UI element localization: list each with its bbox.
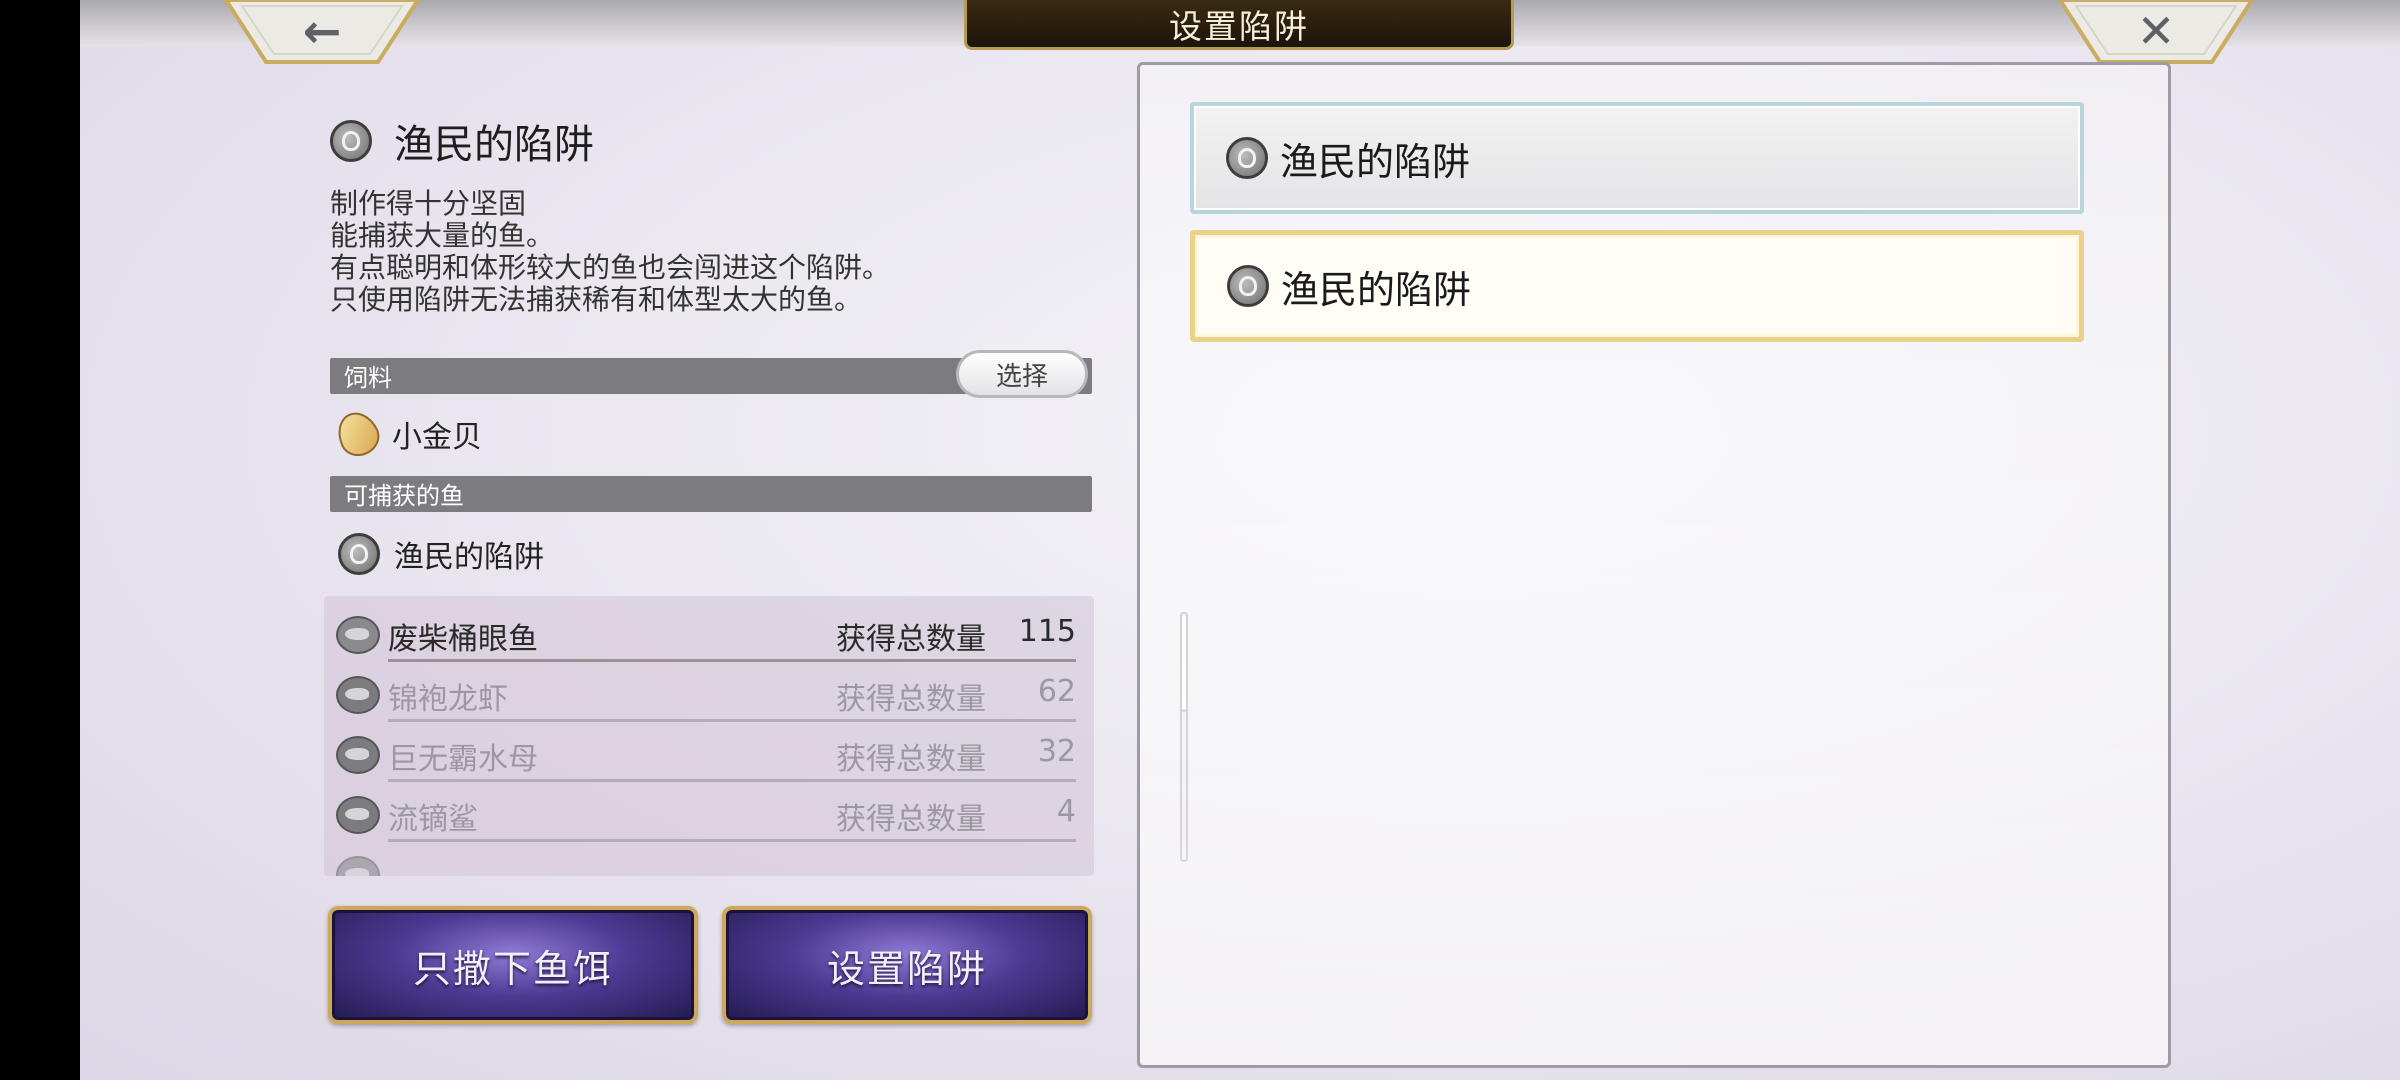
fish-row[interactable]: 流镝鲨 获得总数量 4 bbox=[336, 788, 1076, 844]
pot-icon bbox=[1227, 265, 1269, 307]
back-button[interactable]: ← bbox=[222, 0, 422, 66]
bait-section-label: 饲料 bbox=[344, 364, 392, 392]
trap-name: 渔民的陷阱 bbox=[394, 122, 594, 168]
description-line: 能捕获大量的鱼。 bbox=[330, 219, 555, 252]
fish-icon bbox=[336, 856, 380, 876]
select-bait-label: 选择 bbox=[995, 361, 1048, 392]
fish-row-partial bbox=[336, 848, 1076, 876]
arrow-left-icon: ← bbox=[302, 4, 342, 58]
close-button[interactable]: ✕ bbox=[2056, 0, 2256, 66]
fish-count-label: 获得总数量 bbox=[836, 802, 986, 837]
set-trap-button[interactable]: 设置陷阱 bbox=[722, 906, 1092, 1024]
fish-icon bbox=[336, 676, 380, 714]
pot-icon bbox=[338, 533, 380, 575]
fish-name: 巨无霸水母 bbox=[388, 742, 538, 777]
fish-count: 32 bbox=[1037, 734, 1076, 769]
description-line: 有点聪明和体形较大的鱼也会闯进这个陷阱。 bbox=[330, 251, 891, 284]
shell-icon bbox=[330, 405, 386, 463]
description-line: 制作得十分坚固 bbox=[330, 187, 527, 220]
trap-slot-selected[interactable]: 渔民的陷阱 bbox=[1190, 230, 2084, 342]
fish-count-label: 获得总数量 bbox=[836, 742, 986, 777]
bait-name: 小金贝 bbox=[392, 420, 482, 455]
set-trap-label: 设置陷阱 bbox=[826, 946, 987, 991]
page-title: 设置陷阱 bbox=[1169, 6, 1309, 46]
fish-name: 流镝鲨 bbox=[388, 802, 478, 837]
fish-count-label: 获得总数量 bbox=[836, 682, 986, 717]
trap-description: 制作得十分坚固 能捕获大量的鱼。 有点聪明和体形较大的鱼也会闯进这个陷阱。 只使… bbox=[330, 188, 890, 316]
fish-count: 115 bbox=[1018, 614, 1076, 649]
remove-bait-label: 只撒下鱼饵 bbox=[412, 946, 613, 991]
catch-section-header: 可捕获的鱼 bbox=[330, 476, 1092, 512]
row-divider bbox=[388, 839, 1076, 842]
fish-row[interactable]: 巨无霸水母 获得总数量 32 bbox=[336, 728, 1076, 784]
fish-name: 废柴桶眼鱼 bbox=[388, 622, 538, 657]
fish-icon bbox=[336, 796, 380, 834]
bait-item: 小金贝 bbox=[330, 405, 482, 463]
trap-header: 渔民的陷阱 bbox=[330, 112, 594, 170]
row-divider bbox=[388, 719, 1076, 722]
fish-row[interactable]: 锦袍龙虾 获得总数量 62 bbox=[336, 668, 1076, 724]
game-screen: ← ✕ 设置陷阱 渔民的陷阱 制作得十分坚固 能捕获大量的鱼。 有点聪明和体形较… bbox=[80, 0, 2400, 1080]
catch-trap-item: 渔民的陷阱 bbox=[338, 532, 544, 576]
pot-icon bbox=[330, 120, 372, 162]
fish-name: 锦袍龙虾 bbox=[388, 682, 508, 717]
row-divider bbox=[388, 659, 1076, 662]
trap-slot[interactable]: 渔民的陷阱 bbox=[1190, 102, 2084, 214]
catch-section-label: 可捕获的鱼 bbox=[344, 482, 464, 510]
fish-icon bbox=[336, 736, 380, 774]
row-divider bbox=[388, 779, 1076, 782]
fish-list[interactable]: 废柴桶眼鱼 获得总数量 115 锦袍龙虾 获得总数量 62 巨无霸水母 获得总数… bbox=[324, 596, 1094, 876]
pot-icon bbox=[1226, 137, 1268, 179]
description-line: 只使用陷阱无法捕获稀有和体型太大的鱼。 bbox=[330, 283, 863, 316]
fish-row[interactable]: 废柴桶眼鱼 获得总数量 115 bbox=[336, 608, 1076, 664]
trap-slot-label: 渔民的陷阱 bbox=[1281, 267, 1472, 312]
remove-bait-button[interactable]: 只撒下鱼饵 bbox=[328, 906, 698, 1024]
fish-count: 62 bbox=[1037, 674, 1076, 709]
close-icon: ✕ bbox=[2136, 4, 2176, 58]
catch-trap-name: 渔民的陷阱 bbox=[394, 540, 544, 575]
select-bait-button[interactable]: 选择 bbox=[956, 350, 1088, 398]
fish-icon bbox=[336, 616, 380, 654]
fish-count-label: 获得总数量 bbox=[836, 622, 986, 657]
fish-count: 4 bbox=[1056, 794, 1076, 829]
title-plate: 设置陷阱 bbox=[964, 0, 1514, 50]
trap-slot-label: 渔民的陷阱 bbox=[1280, 139, 1471, 184]
